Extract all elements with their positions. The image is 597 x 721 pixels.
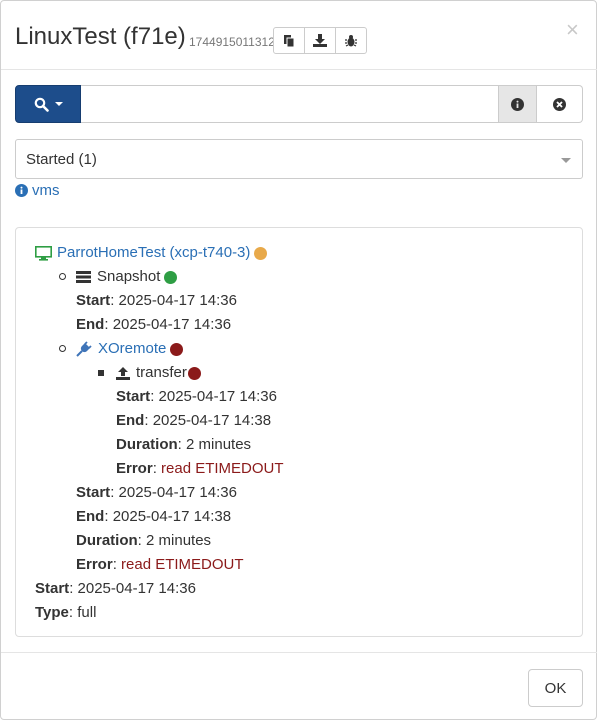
- field-label: End: [76, 316, 105, 333]
- search-info-button[interactable]: [499, 85, 537, 123]
- task-type: Type: full: [35, 604, 97, 621]
- field-label: Start: [76, 484, 111, 501]
- desktop-icon: [35, 245, 52, 261]
- transfer-entry: transfer: [116, 363, 201, 383]
- error-message: read ETIMEDOUT: [121, 556, 244, 573]
- header-actions: [273, 27, 367, 54]
- vms-link-label: vms: [32, 182, 60, 199]
- server-icon: [76, 271, 91, 283]
- remote-error: Error: read ETIMEDOUT: [76, 556, 244, 573]
- field-label: Start: [116, 388, 151, 405]
- field-value: 2025-04-17 14:38: [152, 412, 272, 429]
- snapshot-start: Start: 2025-04-17 14:36: [76, 292, 237, 309]
- modal-title: LinuxTest (f71e): [15, 23, 186, 50]
- task-start: Start: 2025-04-17 14:36: [35, 580, 196, 597]
- transfer-error: Error: read ETIMEDOUT: [116, 460, 284, 477]
- remote-entry: XOremote: [76, 339, 184, 359]
- chevron-down-icon: [561, 158, 571, 163]
- field-label: Type: [35, 604, 69, 621]
- transfer-end: End: 2025-04-17 14:38: [116, 412, 272, 429]
- transfer-start: Start: 2025-04-17 14:36: [116, 388, 277, 405]
- backup-log-modal: LinuxTest (f71e) 1744915011312 × Started…: [0, 0, 597, 720]
- search-filter-button[interactable]: [15, 85, 81, 123]
- transfer-duration: Duration: 2 minutes: [116, 436, 252, 453]
- copy-button[interactable]: [273, 27, 305, 54]
- snapshot-label: Snapshot: [97, 268, 161, 285]
- field-value: 2025-04-17 14:36: [118, 484, 237, 501]
- download-icon: [313, 34, 327, 47]
- field-label: Error: [76, 556, 113, 573]
- copy-icon: [283, 34, 294, 47]
- bullet-icon: [59, 345, 66, 352]
- field-label: Start: [35, 580, 70, 597]
- remote-link[interactable]: XOremote: [98, 339, 166, 359]
- field-label: End: [76, 508, 105, 525]
- field-label: Duration: [76, 532, 138, 549]
- clear-icon: [553, 97, 566, 111]
- field-value: 2 minutes: [146, 532, 212, 549]
- field-value: 2025-04-17 14:36: [77, 580, 196, 597]
- remote-end: End: 2025-04-17 14:38: [76, 508, 232, 525]
- ok-button[interactable]: OK: [528, 669, 583, 707]
- download-button[interactable]: [304, 27, 336, 54]
- vm-status-dot: [254, 246, 268, 260]
- info-circle-icon: [15, 184, 28, 197]
- vm-link[interactable]: ParrotHomeTest (xcp-t740-3): [57, 243, 250, 263]
- field-value: 2025-04-17 14:36: [112, 316, 232, 333]
- search-input[interactable]: [81, 85, 499, 123]
- field-label: Start: [76, 292, 111, 309]
- field-value: 2025-04-17 14:36: [118, 292, 237, 309]
- vm-entry: ParrotHomeTest (xcp-t740-3): [35, 243, 268, 263]
- log-panel: ParrotHomeTest (xcp-t740-3) Snapshot Sta…: [15, 227, 583, 637]
- error-message: read ETIMEDOUT: [161, 460, 284, 477]
- job-id: 1744915011312: [189, 35, 275, 49]
- search-icon: [34, 97, 49, 112]
- caret-down-icon: [54, 102, 63, 106]
- close-button[interactable]: ×: [566, 19, 579, 41]
- remote-status-dot: [170, 342, 184, 356]
- vms-link[interactable]: vms: [15, 182, 60, 199]
- field-value: 2025-04-17 14:38: [112, 508, 232, 525]
- remote-start: Start: 2025-04-17 14:36: [76, 484, 237, 501]
- bullet-icon: [98, 370, 104, 376]
- modal-header: LinuxTest (f71e) 1744915011312 ×: [1, 1, 597, 70]
- status-filter-select[interactable]: Started (1): [15, 139, 583, 179]
- upload-icon: [116, 366, 130, 380]
- remote-duration: Duration: 2 minutes: [76, 532, 212, 549]
- bug-icon: [345, 34, 357, 47]
- field-value: 2025-04-17 14:36: [158, 388, 277, 405]
- info-icon: [511, 97, 524, 111]
- modal-footer: OK: [1, 652, 597, 721]
- field-label: End: [116, 412, 145, 429]
- bullet-icon: [59, 273, 66, 280]
- search-bar: [15, 85, 583, 123]
- field-label: Error: [116, 460, 153, 477]
- report-bug-button[interactable]: [335, 27, 367, 54]
- field-label: Duration: [116, 436, 178, 453]
- status-filter-value: Started (1): [26, 151, 97, 168]
- field-value: full: [77, 604, 97, 621]
- plug-icon: [76, 341, 92, 357]
- snapshot-entry: Snapshot: [76, 267, 178, 287]
- field-value: 2 minutes: [186, 436, 252, 453]
- snapshot-end: End: 2025-04-17 14:36: [76, 316, 232, 333]
- clear-search-button[interactable]: [537, 85, 583, 123]
- transfer-label: transfer: [136, 364, 187, 381]
- snapshot-status-dot: [164, 270, 178, 284]
- transfer-status-dot: [187, 366, 201, 380]
